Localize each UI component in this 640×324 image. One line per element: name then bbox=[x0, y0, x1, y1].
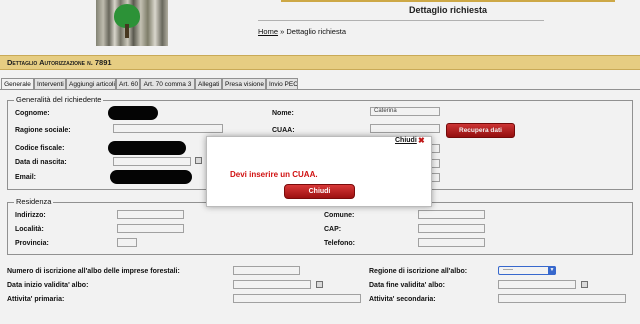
dialog-close-link[interactable]: Chiudi bbox=[395, 137, 417, 144]
dialog-chiudi-button[interactable]: Chiudi bbox=[284, 184, 355, 199]
dialog-error-message: Devi inserire un CUAA. bbox=[230, 170, 318, 179]
close-icon[interactable]: ✖ bbox=[418, 137, 425, 145]
